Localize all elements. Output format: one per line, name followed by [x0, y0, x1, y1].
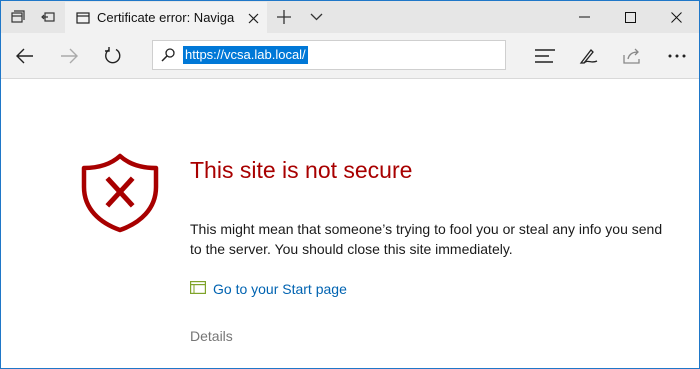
page-title: This site is not secure [190, 157, 413, 183]
maximize-icon[interactable] [607, 1, 653, 33]
page-content: This site is not secure This might mean … [1, 79, 699, 368]
hub-icon[interactable] [523, 33, 567, 78]
minimize-icon[interactable] [561, 1, 607, 33]
navigation-bar: https://vcsa.lab.local/ [1, 33, 699, 79]
start-page-link-label[interactable]: Go to your Start page [213, 281, 347, 297]
refresh-icon[interactable] [91, 33, 135, 78]
pen-icon[interactable] [567, 33, 611, 78]
active-tab[interactable]: Certificate error: Naviga [65, 2, 267, 33]
address-bar[interactable]: https://vcsa.lab.local/ [152, 40, 506, 70]
tab-title: Certificate error: Naviga [97, 10, 235, 25]
browser-window: Certificate error: Naviga https://vcsa.l… [0, 0, 700, 369]
plus-icon[interactable] [269, 1, 299, 33]
lock-icon [153, 48, 183, 62]
close-icon[interactable] [653, 1, 699, 33]
back-arrow-icon[interactable] [3, 33, 47, 78]
start-page-icon [190, 279, 207, 298]
chevron-down-icon[interactable] [301, 1, 331, 33]
start-page-link[interactable]: Go to your Start page [190, 279, 347, 298]
close-icon[interactable] [245, 10, 261, 26]
title-bar: Certificate error: Naviga [1, 1, 699, 33]
shield-error-icon [80, 153, 160, 237]
details-link[interactable]: Details [190, 328, 233, 344]
share-icon[interactable] [611, 33, 655, 78]
more-icon[interactable] [655, 33, 699, 78]
tabs-aside-icon[interactable] [3, 1, 33, 33]
forward-arrow-icon[interactable] [47, 33, 91, 78]
address-url[interactable]: https://vcsa.lab.local/ [183, 46, 308, 64]
page-icon [69, 11, 97, 25]
error-description: This might mean that someone’s trying to… [190, 221, 663, 257]
tab-restore-icon[interactable] [33, 1, 63, 33]
